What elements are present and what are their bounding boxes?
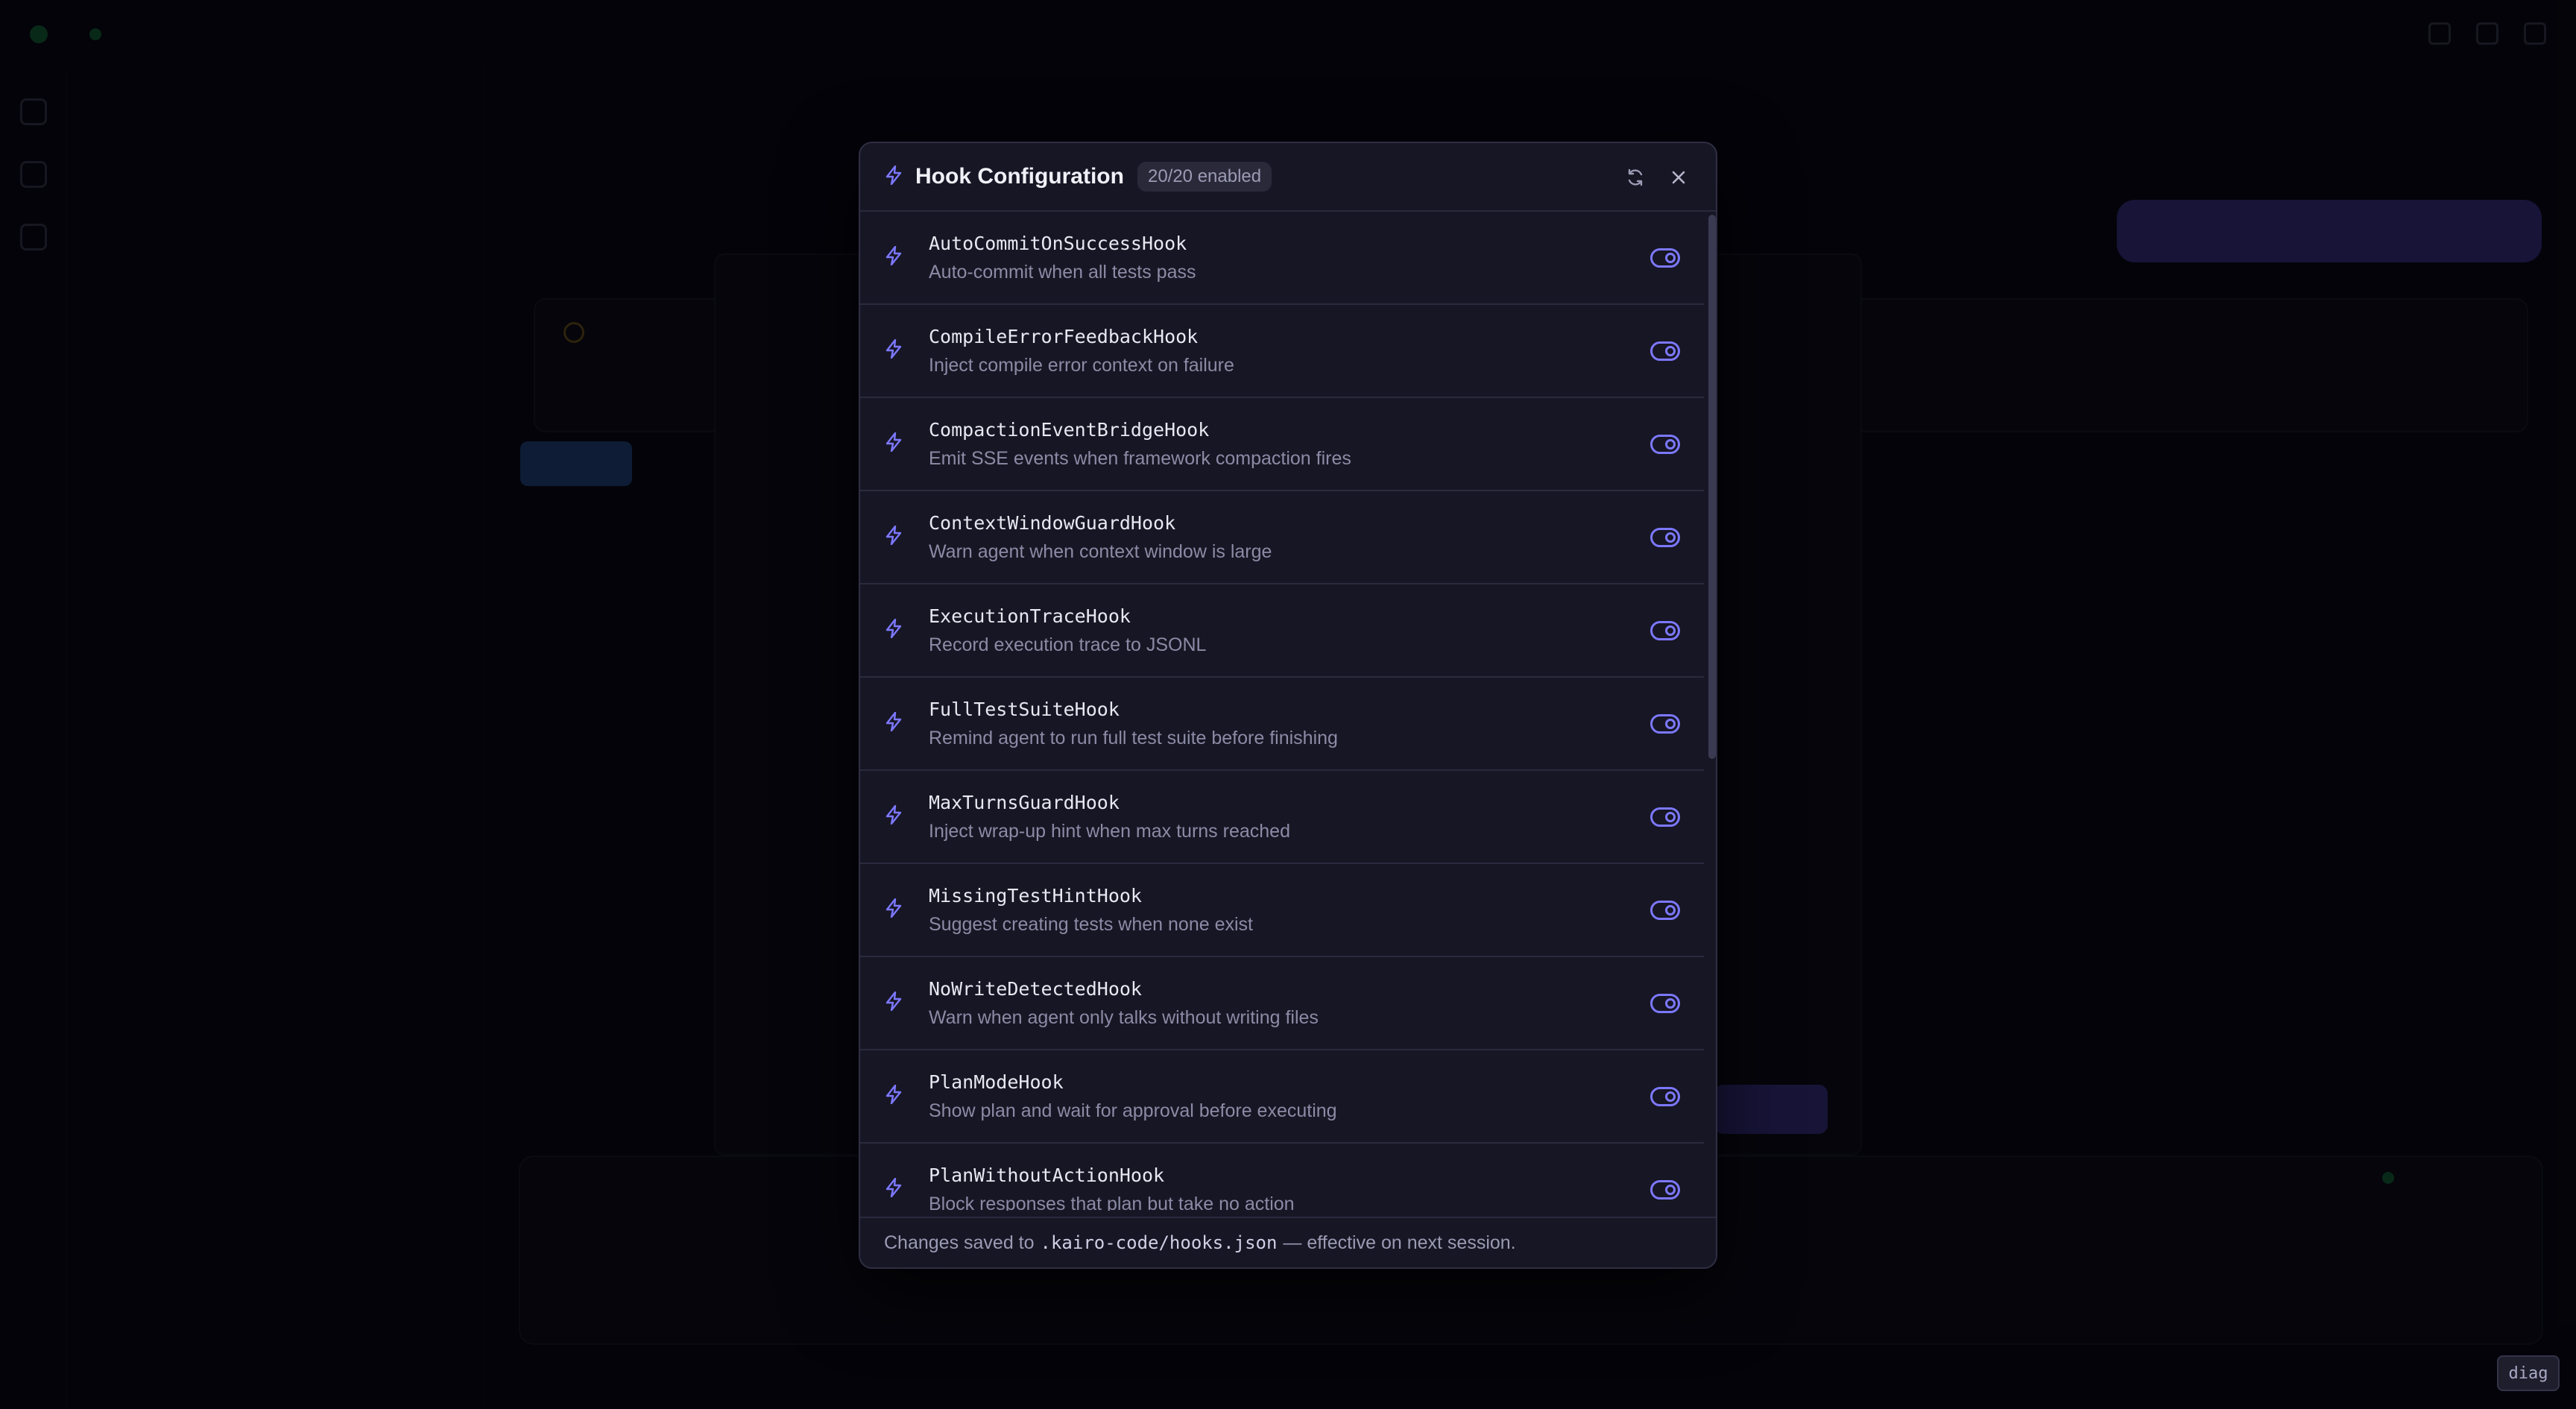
hook-enable-toggle[interactable] (1650, 713, 1680, 734)
hook-enable-toggle[interactable] (1650, 248, 1680, 268)
hook-text: PlanWithoutActionHook Block responses tha… (929, 1164, 1295, 1211)
hook-row[interactable]: ContextWindowGuardHook Warn agent when co… (860, 491, 1704, 584)
hook-name: PlanModeHook (929, 1071, 1064, 1093)
hook-enable-toggle[interactable] (1650, 993, 1680, 1013)
hook-description: Emit SSE events when framework compactio… (929, 447, 1351, 469)
hook-row[interactable]: PlanModeHook Show plan and wait for appro… (860, 1050, 1704, 1144)
hook-description: Warn agent when context window is large (929, 540, 1272, 562)
bolt-icon (886, 245, 902, 269)
refresh-icon (1628, 168, 1643, 186)
hook-enable-toggle[interactable] (1650, 807, 1680, 827)
hook-row[interactable]: CompactionEventBridgeHook Emit SSE events… (860, 398, 1704, 491)
hook-row[interactable]: MaxTurnsGuardHook Inject wrap-up hint whe… (860, 771, 1704, 864)
toggle-knob (1665, 252, 1676, 263)
bolt-icon (886, 898, 902, 921)
hook-text: AutoCommitOnSuccessHook Auto-commit when … (929, 233, 1196, 283)
hook-name: FullTestSuiteHook (929, 698, 1120, 720)
refresh-button[interactable] (1623, 166, 1647, 189)
modal-title: Hook Configuration (915, 164, 1124, 189)
footer-config-path: .kairo-code/hooks.json (1040, 1232, 1278, 1253)
modal-footer: Changes saved to .kairo-code/hooks.json … (860, 1217, 1716, 1267)
toggle-knob (1665, 438, 1676, 450)
hook-text: ContextWindowGuardHook Warn agent when co… (929, 512, 1272, 563)
bolt-icon (886, 525, 902, 549)
hook-enable-toggle[interactable] (1650, 434, 1680, 454)
bolt-icon (886, 432, 902, 456)
hook-name: ExecutionTraceHook (929, 605, 1131, 627)
toggle-knob (1665, 718, 1676, 729)
hook-description: Inject wrap-up hint when max turns reach… (929, 820, 1290, 842)
modal-header: Hook Configuration 20/20 enabled (860, 143, 1716, 212)
hook-name: NoWriteDetectedHook (929, 977, 1142, 1000)
hook-row[interactable]: MissingTestHintHook Suggest creating test… (860, 864, 1704, 957)
toggle-knob (1665, 811, 1676, 822)
close-button[interactable] (1667, 166, 1690, 189)
hook-description: Block responses that plan but take no ac… (929, 1193, 1295, 1211)
hook-enable-toggle[interactable] (1650, 900, 1680, 920)
bolt-icon (886, 1177, 902, 1201)
toggle-knob (1665, 532, 1676, 543)
toggle-knob (1665, 904, 1676, 915)
toggle-knob (1665, 625, 1676, 636)
bolt-icon (886, 991, 902, 1015)
hook-description: Suggest creating tests when none exist (929, 913, 1253, 935)
hook-row[interactable]: AutoCommitOnSuccessHook Auto-commit when … (860, 212, 1704, 305)
header-actions (1623, 166, 1690, 189)
hook-name: MissingTestHintHook (929, 884, 1142, 907)
enabled-count-badge: 20/20 enabled (1137, 162, 1272, 192)
hook-description: Warn when agent only talks without writi… (929, 1006, 1319, 1028)
diag-button[interactable]: diag (2497, 1355, 2560, 1391)
bolt-icon (886, 618, 902, 642)
hook-row[interactable]: CompileErrorFeedbackHook Inject compile e… (860, 305, 1704, 398)
hook-row[interactable]: NoWriteDetectedHook Warn when agent only … (860, 957, 1704, 1050)
hook-list[interactable]: AutoCommitOnSuccessHook Auto-commit when … (860, 212, 1704, 1211)
toggle-knob (1665, 1091, 1676, 1102)
bolt-icon (886, 804, 902, 828)
footer-prefix: Changes saved to (884, 1232, 1035, 1253)
hook-enable-toggle[interactable] (1650, 527, 1680, 547)
hook-description: Inject compile error context on failure (929, 354, 1234, 376)
hook-enable-toggle[interactable] (1650, 1179, 1680, 1200)
hook-configuration-modal: Hook Configuration 20/20 enabled AutoCom… (859, 142, 1717, 1269)
hook-text: MaxTurnsGuardHook Inject wrap-up hint whe… (929, 792, 1290, 842)
hook-text: ExecutionTraceHook Record execution trace… (929, 605, 1206, 656)
close-icon (1672, 171, 1685, 184)
hook-text: CompactionEventBridgeHook Emit SSE events… (929, 419, 1351, 470)
hook-description: Show plan and wait for approval before e… (929, 1100, 1337, 1121)
hook-name: CompactionEventBridgeHook (929, 418, 1210, 441)
hook-description: Auto-commit when all tests pass (929, 261, 1196, 283)
bolt-icon (886, 1084, 902, 1108)
toggle-knob (1665, 997, 1676, 1009)
hook-text: PlanModeHook Show plan and wait for appro… (929, 1071, 1337, 1122)
hook-name: ContextWindowGuardHook (929, 511, 1176, 534)
hook-row[interactable]: ExecutionTraceHook Record execution trace… (860, 584, 1704, 678)
bolt-icon (886, 165, 902, 189)
hook-text: FullTestSuiteHook Remind agent to run ful… (929, 699, 1338, 749)
hook-name: AutoCommitOnSuccessHook (929, 232, 1187, 254)
hook-row[interactable]: PlanWithoutActionHook Block responses tha… (860, 1144, 1704, 1211)
hook-description: Record execution trace to JSONL (929, 634, 1207, 655)
hook-text: MissingTestHintHook Suggest creating test… (929, 885, 1253, 936)
toggle-knob (1665, 345, 1676, 356)
hook-list-scrollbar[interactable] (1708, 213, 1716, 1211)
hook-text: NoWriteDetectedHook Warn when agent only … (929, 978, 1319, 1029)
bolt-icon (886, 711, 902, 735)
hook-name: CompileErrorFeedbackHook (929, 325, 1199, 347)
hook-enable-toggle[interactable] (1650, 1086, 1680, 1106)
scroll-thumb[interactable] (1708, 215, 1716, 759)
hook-text: CompileErrorFeedbackHook Inject compile e… (929, 326, 1234, 376)
footer-suffix: — effective on next session. (1283, 1232, 1516, 1253)
toggle-knob (1665, 1184, 1676, 1195)
hook-enable-toggle[interactable] (1650, 341, 1680, 361)
hook-name: PlanWithoutActionHook (929, 1164, 1165, 1186)
bolt-icon (886, 338, 902, 362)
hook-name: MaxTurnsGuardHook (929, 791, 1120, 813)
hook-enable-toggle[interactable] (1650, 620, 1680, 640)
hook-description: Remind agent to run full test suite befo… (929, 727, 1338, 748)
hook-row[interactable]: FullTestSuiteHook Remind agent to run ful… (860, 678, 1704, 771)
